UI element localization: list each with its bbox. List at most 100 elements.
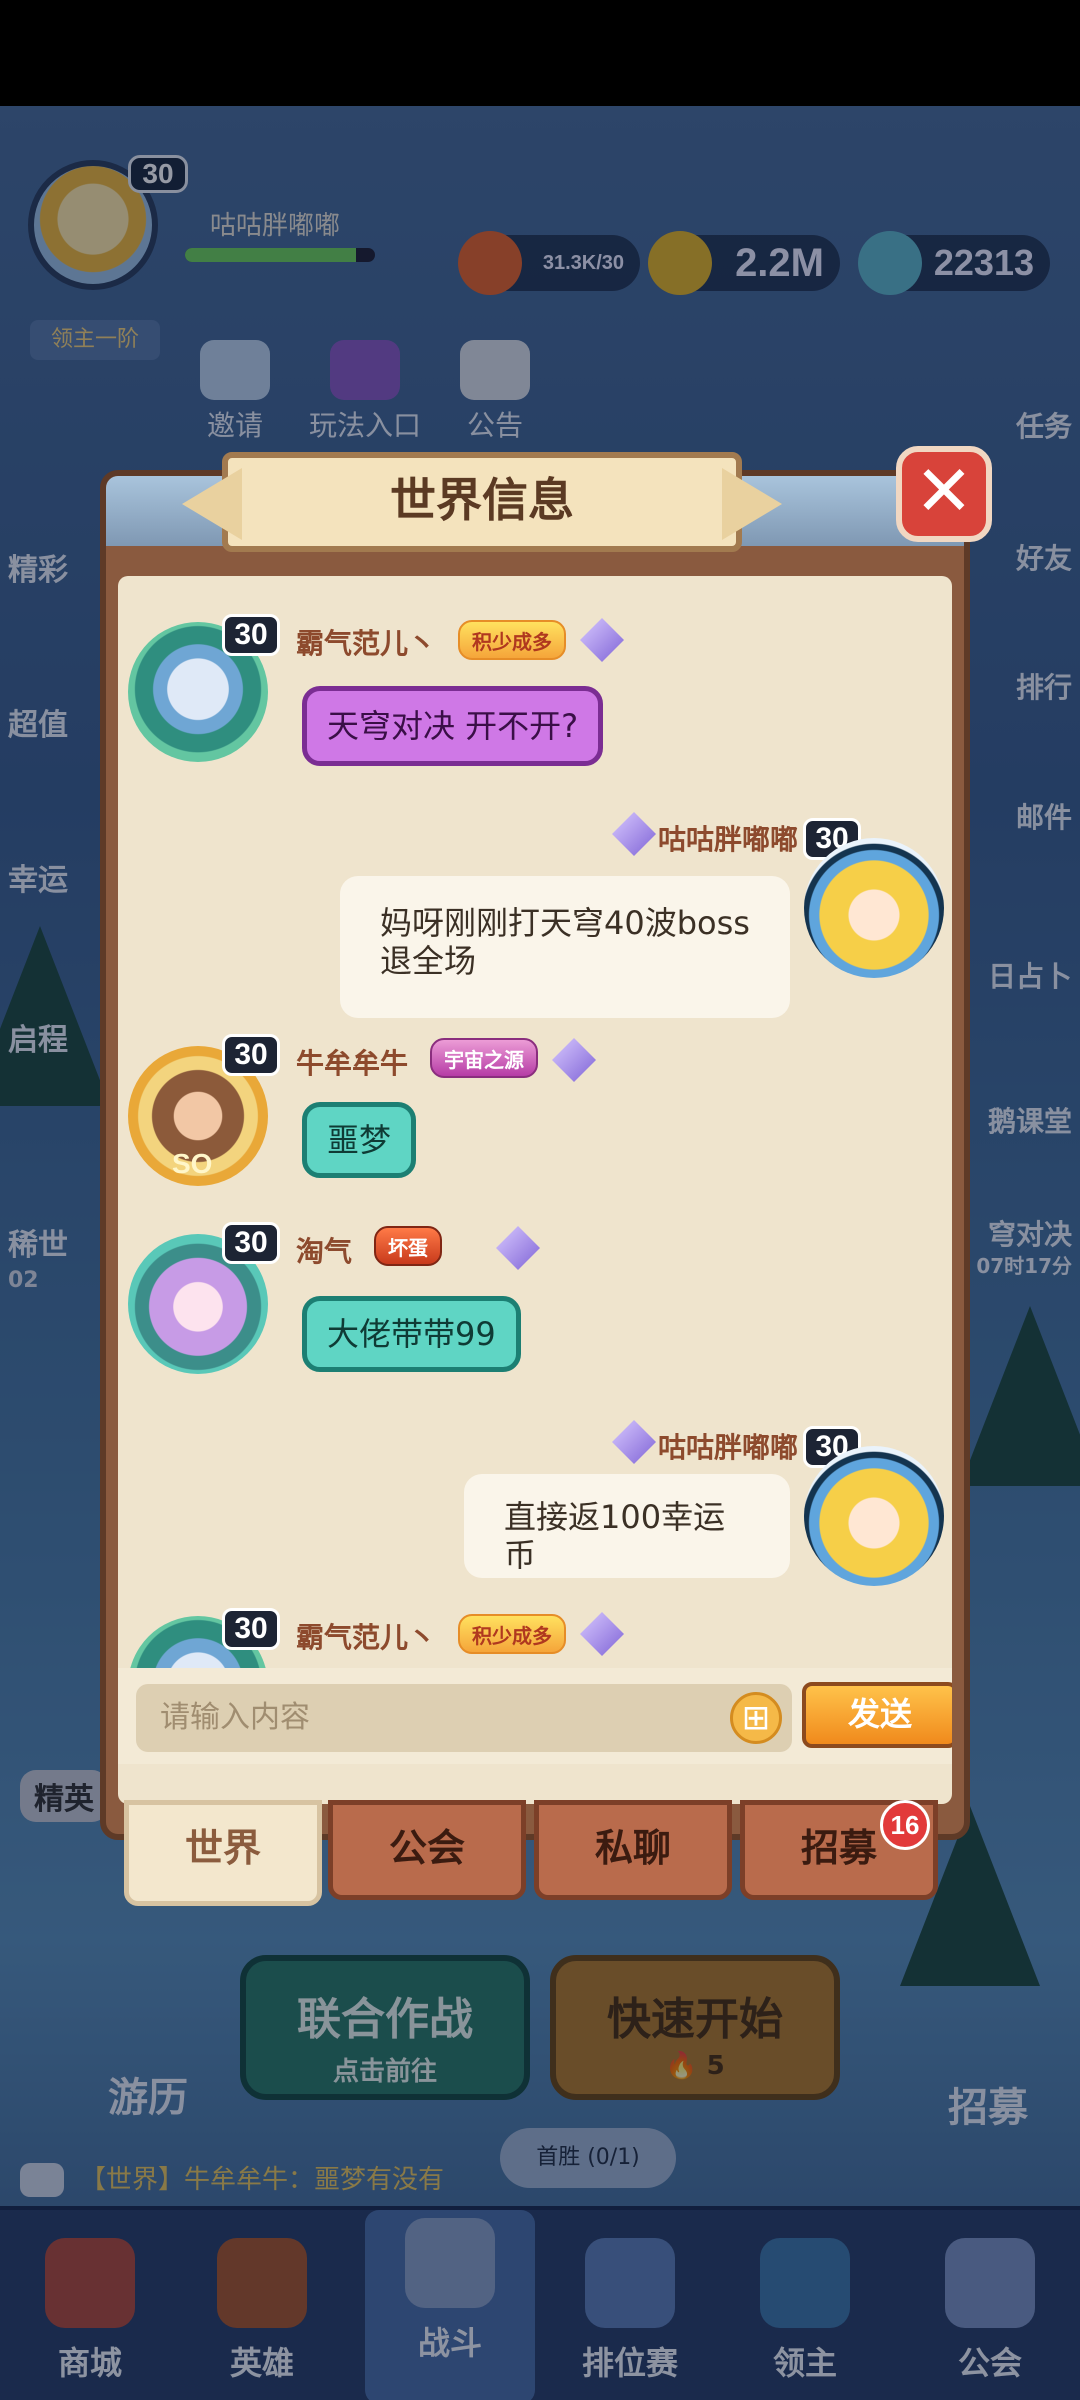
close-icon[interactable]: ✕ <box>896 446 992 542</box>
recruit-button[interactable]: 招募 <box>948 2075 1028 2133</box>
hero-card-icon <box>217 2238 307 2328</box>
sender-name[interactable]: 淘气 <box>296 1230 352 1270</box>
quick-start-cost: 🔥 5 <box>556 2051 834 2081</box>
gold-counter[interactable]: 2.2M <box>648 231 840 295</box>
rank-shield-icon <box>585 2238 675 2328</box>
quick-start-title: 快速开始 <box>607 1994 783 2045</box>
left-menu-item[interactable]: 超值 <box>8 700 68 744</box>
quick-start-cost-value: 5 <box>706 2051 725 2081</box>
ticker-text: 【世界】牛牟牟牛：噩梦有没有 <box>80 2165 445 2195</box>
chat-message-self: 咕咕胖嘟嘟 30 妈呀刚刚打天穹40波boss 退全场 <box>118 808 952 1038</box>
left-menu-item[interactable]: 精彩 <box>8 545 68 589</box>
nav-heroes[interactable]: 英雄 <box>177 2230 347 2400</box>
gem-icon <box>496 1226 540 1270</box>
chat-message: 30 SO 牛牟牟牛 宇宙之源 噩梦 <box>118 1034 952 1224</box>
sender-name[interactable]: 霸气范儿丶 <box>296 1616 436 1656</box>
tab-guild[interactable]: 公会 <box>328 1800 526 1900</box>
coop-battle-button[interactable]: 联合作战 点击前往 <box>240 1955 530 2100</box>
sender-name[interactable]: 霸气范儿丶 <box>296 622 436 662</box>
right-menu-item[interactable]: 排行 <box>1016 666 1072 706</box>
player-name: 咕咕胖嘟嘟 <box>210 211 341 241</box>
message-bubble: 噩梦 <box>302 1102 417 1178</box>
title-badge: 坏蛋 <box>374 1226 442 1266</box>
gold-value: 2.2M <box>735 241 824 285</box>
announcement-label: 公告 <box>466 409 523 442</box>
gameplay-entry-label: 玩法入口 <box>308 409 421 442</box>
right-menu-item[interactable]: 好友 <box>1016 537 1072 577</box>
xp-fill <box>185 248 356 262</box>
world-chat-dialog: 30 霸气范儿丶 积少成多 天穹对决 开不开? 咕咕胖嘟嘟 30 妈呀刚刚打天穹… <box>100 470 970 1840</box>
announcement-button[interactable]: 公告 <box>440 340 550 444</box>
nav-ranked[interactable]: 排位赛 <box>545 2230 715 2400</box>
tab-private-chat[interactable]: 私聊 <box>534 1800 732 1900</box>
gem-icon <box>552 1038 596 1082</box>
announcement-icon <box>460 340 530 400</box>
travel-button[interactable]: 游历 <box>108 2065 188 2123</box>
blonde-girl-avatar[interactable] <box>804 838 944 978</box>
chat-message-list[interactable]: 30 霸气范儿丶 积少成多 天穹对决 开不开? 咕咕胖嘟嘟 30 妈呀刚刚打天穹… <box>118 576 952 1668</box>
left-menu-timer: 02 <box>8 1268 39 1293</box>
nav-heroes-label: 英雄 <box>229 2344 294 2382</box>
sender-name[interactable]: 咕咕胖嘟嘟 <box>658 1426 798 1466</box>
message-bubble: 天穹对决 开不开? <box>302 686 604 766</box>
guild-castle-icon <box>945 2238 1035 2328</box>
player-xp-bar <box>185 248 375 262</box>
chat-bubble-icon <box>20 2163 64 2197</box>
dialog-body: 30 霸气范儿丶 积少成多 天穹对决 开不开? 咕咕胖嘟嘟 30 妈呀刚刚打天穹… <box>118 576 952 1804</box>
level-badge: 30 <box>222 1034 280 1076</box>
level-badge: 30 <box>222 1608 280 1650</box>
message-bubble: 直接返100幸运币 <box>464 1474 790 1578</box>
nav-guild[interactable]: 公会 <box>905 2230 1075 2400</box>
avatar-tag: SO <box>172 1148 213 1179</box>
chat-input-row: 请输入内容 发送 <box>118 1668 952 1764</box>
gameplay-entry-button[interactable]: 玩法入口 <box>300 340 430 444</box>
left-menu-item[interactable]: 精英 <box>20 1770 108 1822</box>
sender-name[interactable]: 咕咕胖嘟嘟 <box>658 818 798 858</box>
blonde-girl-avatar[interactable] <box>804 1446 944 1586</box>
right-menu-item[interactable]: 邮件 <box>1016 796 1072 836</box>
crystal-counter[interactable]: 22313 <box>858 231 1050 295</box>
first-win-pill[interactable]: 首胜 (0/1) <box>500 2128 676 2188</box>
right-menu-item[interactable]: 任务 <box>1016 405 1072 445</box>
flame-icon: 🔥 <box>665 2051 698 2081</box>
invite-label: 邀请 <box>206 409 263 442</box>
nav-battle[interactable]: 战斗 <box>365 2210 535 2400</box>
nav-shop-label: 商城 <box>57 2344 122 2382</box>
chat-message-self: 咕咕胖嘟嘟 30 直接返100幸运币 <box>118 1416 952 1616</box>
chat-input[interactable]: 请输入内容 <box>136 1684 792 1752</box>
right-menu-item[interactable]: 鹅课堂 <box>988 1100 1072 1140</box>
crystal-star-icon <box>858 231 922 295</box>
left-menu-item[interactable]: 稀世 <box>8 1220 68 1264</box>
sender-name[interactable]: 牛牟牟牛 <box>296 1042 408 1082</box>
tab-world[interactable]: 世界 <box>124 1800 322 1906</box>
stamina-flame-icon <box>458 231 522 295</box>
chat-message: 30 淘气 坏蛋 大佬带带99 <box>118 1222 952 1412</box>
player-rank-tag: 领主一阶 <box>30 320 160 360</box>
left-menu-item[interactable]: 幸运 <box>8 855 68 899</box>
stamina-counter[interactable]: 31.3K/30 <box>458 231 640 295</box>
left-menu-item[interactable]: 启程 <box>8 1015 68 1059</box>
gold-coin-icon <box>648 231 712 295</box>
gem-icon <box>580 1612 624 1656</box>
emoji-grid-icon[interactable] <box>730 1692 782 1744</box>
quick-start-button[interactable]: 快速开始 🔥 5 <box>550 1955 840 2100</box>
gem-icon <box>612 1420 656 1464</box>
right-menu-item[interactable]: 穹对决 <box>988 1213 1072 1253</box>
coop-battle-title: 联合作战 <box>297 1994 473 2045</box>
gameplay-icon <box>330 340 400 400</box>
nav-battle-label: 战斗 <box>417 2324 482 2362</box>
recruit-count-badge: 16 <box>880 1800 930 1850</box>
send-button[interactable]: 发送 <box>802 1682 952 1748</box>
player-level-badge: 30 <box>128 155 188 193</box>
banner-icon <box>760 2238 850 2328</box>
crossed-swords-icon <box>405 2218 495 2308</box>
right-menu-timer: 07时17分 <box>976 1254 1072 1278</box>
message-line: 退全场 <box>380 942 477 980</box>
nav-shop[interactable]: 商城 <box>5 2230 175 2400</box>
invite-button[interactable]: 邀请 <box>180 340 290 444</box>
nav-ranked-label: 排位赛 <box>581 2344 678 2382</box>
nav-lord[interactable]: 领主 <box>720 2230 890 2400</box>
nav-guild-label: 公会 <box>957 2344 1022 2382</box>
chat-message: 30 霸气范儿丶 积少成多 <box>118 1608 952 1668</box>
right-menu-item[interactable]: 日占卜 <box>988 955 1072 995</box>
